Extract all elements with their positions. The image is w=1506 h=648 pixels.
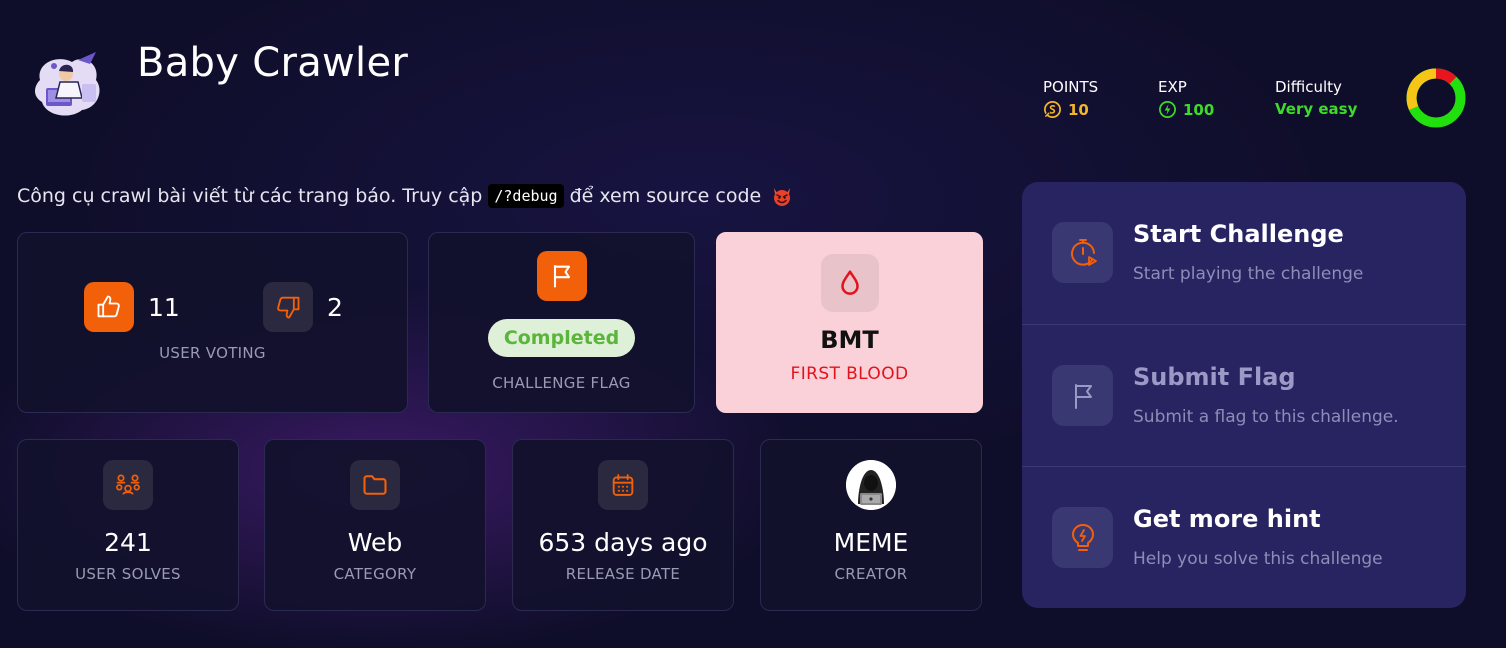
- points-label: POINTS: [1043, 78, 1099, 96]
- get-hint-title[interactable]: Get more hint: [1133, 505, 1321, 533]
- thumbs-down-icon: [277, 296, 300, 319]
- difficulty-stat: Difficulty Very easy: [1275, 78, 1357, 118]
- thumbs-up-button[interactable]: [84, 282, 134, 332]
- submit-flag-title[interactable]: Submit Flag: [1133, 363, 1296, 391]
- difficulty-value: Very easy: [1275, 100, 1358, 118]
- challenge-flag-card: Completed CHALLENGE FLAG: [428, 232, 695, 413]
- start-challenge-title[interactable]: Start Challenge: [1133, 220, 1344, 248]
- lightbulb-icon: [1071, 523, 1094, 551]
- release-date-caption: RELEASE DATE: [565, 565, 681, 583]
- thumbs-down-button[interactable]: [263, 282, 313, 332]
- release-date-card: 653 days ago RELEASE DATE: [512, 439, 734, 611]
- blood-badge: [820, 254, 879, 312]
- get-hint-badge: [1052, 507, 1113, 568]
- first-blood-card: BMT FIRST BLOOD: [716, 232, 983, 413]
- start-challenge-badge: [1052, 222, 1113, 283]
- thumbs-up-icon: [97, 295, 120, 318]
- points-stat: POINTS 10: [1043, 78, 1098, 119]
- creator-caption: CREATOR: [834, 565, 908, 583]
- hacker-avatar-icon: [846, 460, 896, 510]
- submit-flag-action[interactable]: Submit Flag Submit a flag to this challe…: [1022, 324, 1466, 466]
- upvote-group: 11: [84, 282, 180, 332]
- get-hint-action[interactable]: Get more hint Help you solve this challe…: [1022, 466, 1466, 608]
- downvote-count: 2: [327, 292, 343, 322]
- difficulty-gauge: [1406, 68, 1466, 128]
- creator-value[interactable]: MEME: [834, 528, 909, 557]
- points-value: 10: [1068, 100, 1089, 119]
- solves-badge: [103, 460, 153, 510]
- user-solves-value: 241: [104, 528, 152, 557]
- category-card: Web CATEGORY: [264, 439, 486, 611]
- get-hint-subtitle: Help you solve this challenge: [1133, 549, 1383, 569]
- user-solves-caption: USER SOLVES: [75, 565, 181, 583]
- folder-icon: [363, 475, 387, 495]
- description-text: Công cụ crawl bài viết từ các trang báo.…: [17, 185, 483, 207]
- bolt-icon: [1159, 101, 1176, 118]
- creator-avatar[interactable]: [846, 460, 896, 510]
- challenge-flag-caption: CHALLENGE FLAG: [492, 374, 631, 392]
- first-blood-caption: FIRST BLOOD: [790, 364, 909, 384]
- upvote-count: 11: [148, 292, 180, 322]
- challenge-title: Baby Crawler: [137, 40, 409, 86]
- challenge-description: Công cụ crawl bài viết từ các trang báo.…: [17, 184, 793, 208]
- user-voting-caption: USER VOTING: [159, 344, 266, 362]
- submit-flag-subtitle: Submit a flag to this challenge.: [1133, 407, 1399, 427]
- first-blood-username[interactable]: BMT: [820, 326, 879, 354]
- creator-card: MEME CREATOR: [760, 439, 982, 611]
- category-badge: [350, 460, 400, 510]
- flag-status-badge: Completed: [487, 319, 636, 357]
- exp-value: 100: [1183, 100, 1215, 119]
- release-date-value: 653 days ago: [538, 528, 708, 557]
- exp-label: EXP: [1158, 78, 1187, 96]
- user-voting-card: 11 2 USER VOTING: [17, 232, 408, 413]
- blood-drop-icon: [840, 270, 859, 295]
- flag-icon: [553, 265, 570, 288]
- downvote-group: 2: [263, 282, 343, 332]
- users-network-icon: [116, 474, 140, 495]
- description-text-end: để xem source code: [569, 185, 762, 207]
- timer-play-icon: [1070, 238, 1097, 266]
- category-value: Web: [347, 528, 403, 557]
- flag-icon: [1074, 383, 1092, 409]
- release-badge: [598, 460, 648, 510]
- challenge-actions-panel: Start Challenge Start playing the challe…: [1022, 182, 1466, 608]
- submit-flag-badge: [1052, 365, 1113, 426]
- category-caption: CATEGORY: [333, 565, 417, 583]
- coin-icon: [1044, 101, 1061, 118]
- flag-badge: [536, 251, 587, 301]
- start-challenge-subtitle: Start playing the challenge: [1133, 264, 1364, 284]
- difficulty-label: Difficulty: [1275, 78, 1342, 96]
- exp-stat: EXP 100: [1158, 78, 1214, 119]
- user-solves-card: 241 USER SOLVES: [17, 439, 239, 611]
- start-challenge-action[interactable]: Start Challenge Start playing the challe…: [1022, 182, 1466, 324]
- calendar-icon: [612, 474, 634, 496]
- debug-path-code: /?debug: [488, 184, 564, 208]
- challenge-illustration: [26, 44, 110, 128]
- devil-emoji-icon: [774, 188, 791, 206]
